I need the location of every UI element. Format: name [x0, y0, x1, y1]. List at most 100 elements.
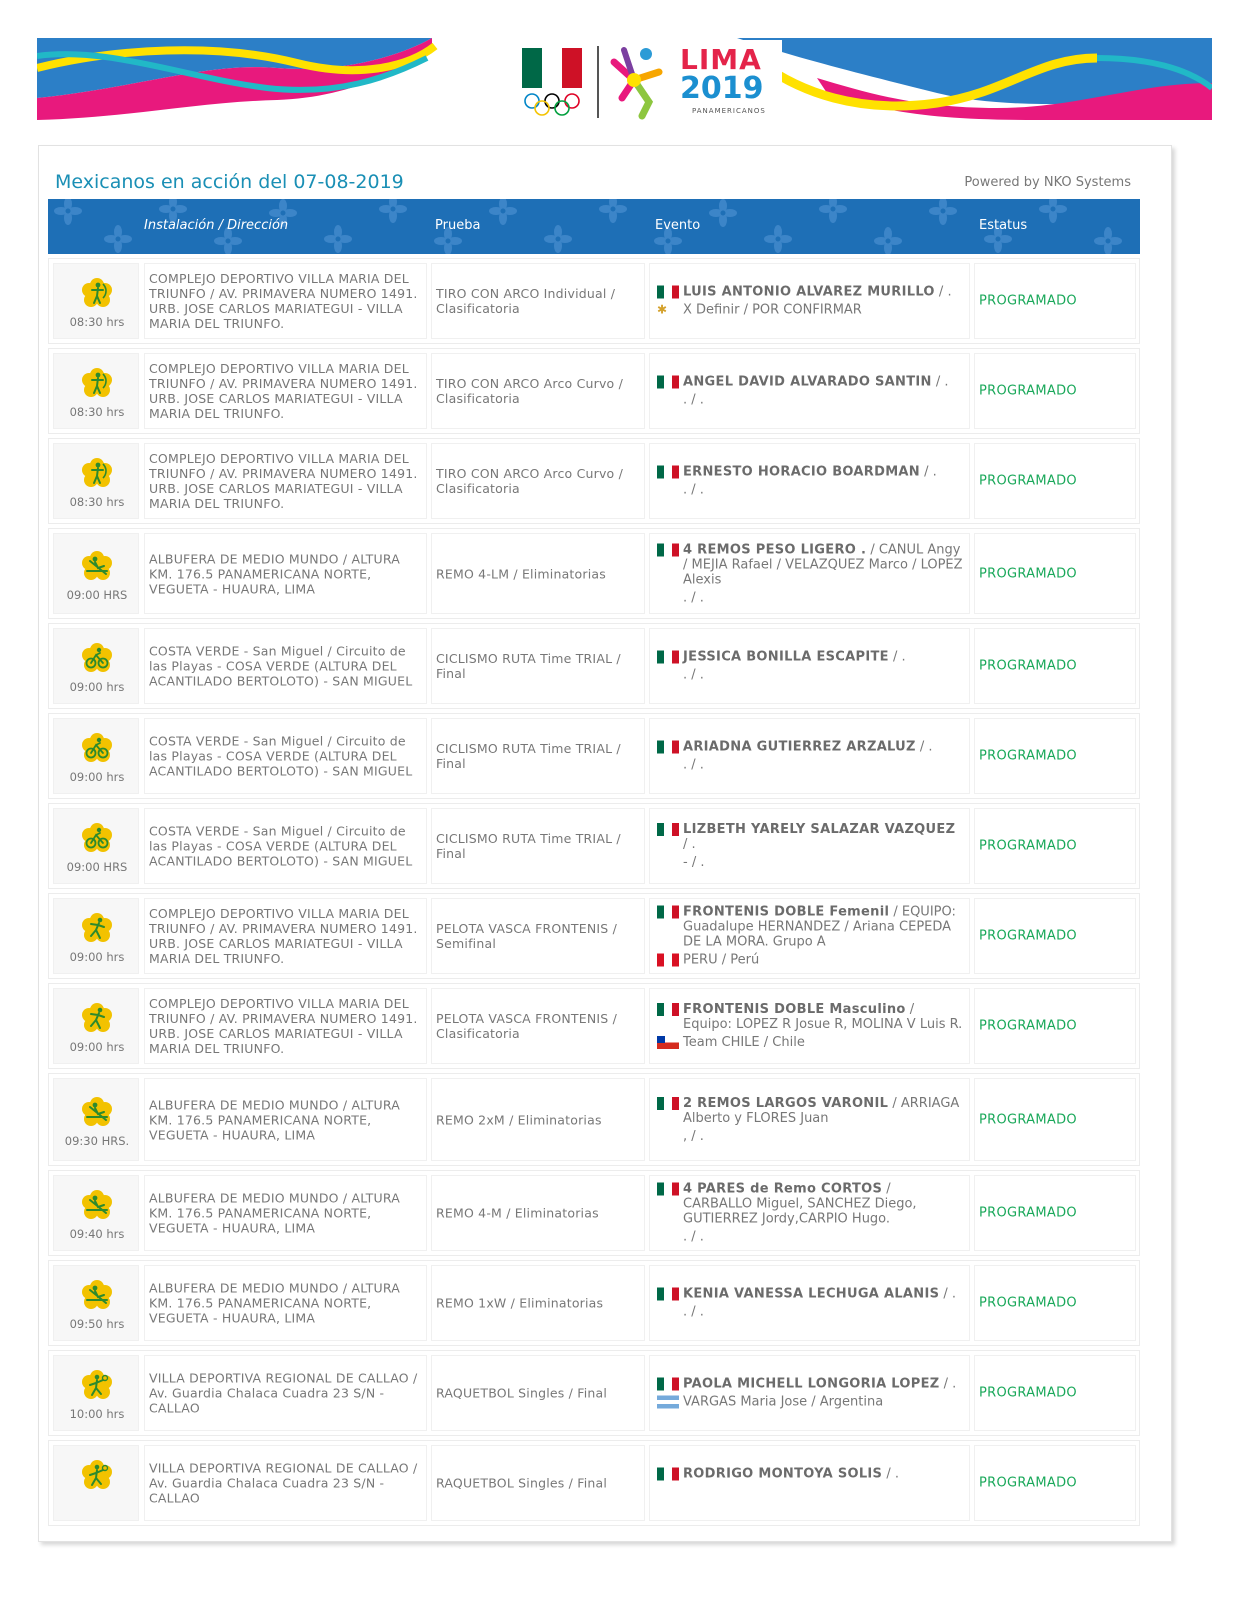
status-cell: PROGRAMADO — [974, 718, 1136, 794]
event-time: 09:00 hrs — [69, 770, 125, 784]
event-time: 09:40 hrs — [69, 1227, 125, 1241]
test-cell: PELOTA VASCA FRONTENIS / Semifinal — [431, 898, 645, 974]
opponent-entry: - / . — [657, 855, 963, 870]
athlete-name: ARIADNA GUTIERREZ ARZALUZ — [683, 739, 916, 755]
opponent-entry: . / . — [657, 758, 963, 773]
time-cell: 09:00 hrs — [53, 718, 139, 794]
lima-logo-subtitle: PANAMERICANOS — [692, 107, 766, 115]
status-cell: PROGRAMADO — [974, 808, 1136, 884]
rowing-icon — [81, 1279, 113, 1311]
opponent-entry: ✱ X Definir / POR CONFIRMAR — [657, 303, 963, 318]
mexican-entry: LUIS ANTONIO ALVAREZ MURILLO / . — [657, 285, 963, 300]
event-cell: LUIS ANTONIO ALVAREZ MURILLO / . ✱ X Defi… — [649, 263, 970, 339]
header-test: Prueba — [435, 218, 481, 233]
test-text: REMO 4-M / Eliminatorias — [436, 1205, 599, 1221]
cycling-icon — [81, 642, 113, 674]
mexico-flag-icon — [657, 375, 679, 389]
event-details: FRONTENIS DOBLE Masculino / Equipo: LOPE… — [657, 1002, 963, 1050]
mexico-flag-icon — [657, 543, 679, 556]
athlete-name: ERNESTO HORACIO BOARDMAN — [683, 464, 920, 480]
status-badge: PROGRAMADO — [979, 1205, 1077, 1221]
installation-text: ALBUFERA DE MEDIO MUNDO / ALTURA KM. 176… — [149, 1280, 400, 1326]
mexico-flag-icon — [657, 465, 679, 479]
installation-cell: COMPLEJO DEPORTIVO VILLA MARIA DEL TRIUN… — [144, 353, 427, 429]
rowing-icon — [81, 1096, 113, 1128]
status-badge: PROGRAMADO — [979, 566, 1077, 581]
installation-text: COMPLEJO DEPORTIVO VILLA MARIA DEL TRIUN… — [149, 271, 418, 331]
pe-flag-icon — [657, 953, 679, 967]
event-time: 09:00 hrs — [69, 1040, 125, 1054]
installation-cell: ALBUFERA DE MEDIO MUNDO / ALTURA KM. 176… — [144, 1175, 427, 1251]
athlete-name: FRONTENIS DOBLE Femenil — [683, 904, 890, 920]
table-row: 09:50 hrs ALBUFERA DE MEDIO MUNDO / ALTU… — [48, 1260, 1140, 1346]
table-row: 10:00 hrs VILLA DEPORTIVA REGIONAL DE CA… — [48, 1350, 1140, 1436]
installation-cell: ALBUFERA DE MEDIO MUNDO / ALTURA KM. 176… — [144, 533, 427, 614]
time-cell: 08:30 hrs — [53, 353, 139, 429]
cycling-icon — [81, 732, 113, 764]
athlete-name: LUIS ANTONIO ALVAREZ MURILLO — [683, 284, 935, 300]
installation-text: COMPLEJO DEPORTIVO VILLA MARIA DEL TRIUN… — [149, 906, 418, 966]
test-text: REMO 1xW / Eliminatorias — [436, 1295, 604, 1311]
mexican-entry: JESSICA BONILLA ESCAPITE / . — [657, 650, 963, 665]
event-details: ARIADNA GUTIERREZ ARZALUZ / . . / . — [657, 740, 963, 773]
test-text: PELOTA VASCA FRONTENIS / Clasificatoria — [436, 1011, 618, 1041]
test-cell: CICLISMO RUTA Time TRIAL / Final — [431, 718, 645, 794]
status-cell: PROGRAMADO — [974, 988, 1136, 1064]
opponent-name: . / . — [683, 590, 704, 605]
athlete-name: JESSICA BONILLA ESCAPITE — [683, 649, 889, 665]
header-installation: Instalación / Dirección — [144, 218, 289, 233]
time-cell: 09:00 hrs — [53, 988, 139, 1064]
event-time: 09:00 HRS — [66, 588, 128, 602]
mexico-flag-icon — [657, 740, 679, 754]
test-cell: TIRO CON ARCO Arco Curvo / Clasificatori… — [431, 353, 645, 429]
mexico-flag-logo — [522, 48, 582, 88]
status-badge: PROGRAMADO — [979, 1385, 1077, 1401]
athlete-details: / . — [888, 649, 906, 665]
page-title: Mexicanos en acción del 07-08-2019 — [55, 171, 404, 193]
mexican-entry: 2 REMOS LARGOS VARONIL / ARRIAGA Alberto… — [657, 1096, 963, 1126]
mexico-flag-icon — [657, 650, 679, 664]
event-details: LIZBETH YARELY SALAZAR VAZQUEZ / . - / . — [657, 822, 963, 870]
installation-text: VILLA DEPORTIVA REGIONAL DE CALLAO / Av.… — [149, 1370, 418, 1416]
time-cell: 08:30 hrs — [53, 263, 139, 339]
mexican-entry: ARIADNA GUTIERREZ ARZALUZ / . — [657, 740, 963, 755]
status-badge: PROGRAMADO — [979, 928, 1077, 944]
installation-cell: COSTA VERDE - San Miguel / Circuito de l… — [144, 718, 427, 794]
event-details: JESSICA BONILLA ESCAPITE / . . / . — [657, 650, 963, 683]
opponent-name: . / . — [683, 757, 704, 773]
archery-icon — [81, 367, 113, 399]
logo-group: LIMA 2019 PANAMERICANOS — [482, 40, 782, 120]
installation-cell: COMPLEJO DEPORTIVO VILLA MARIA DEL TRIUN… — [144, 443, 427, 519]
time-cell: 09:00 hrs — [53, 898, 139, 974]
mexico-flag-icon — [657, 1096, 679, 1110]
powered-by-text: Powered by NKO Systems — [964, 175, 1131, 190]
header-event: Evento — [655, 218, 701, 233]
athlete-name: 4 PARES de Remo CORTOS — [683, 1181, 883, 1197]
athlete-name: LIZBETH YARELY SALAZAR VAZQUEZ — [683, 822, 956, 837]
test-text: RAQUETBOL Singles / Final — [436, 1475, 608, 1491]
status-badge: PROGRAMADO — [979, 473, 1077, 489]
event-time: 09:30 HRS. — [64, 1134, 130, 1148]
status-cell: PROGRAMADO — [974, 263, 1136, 339]
test-text: TIRO CON ARCO Individual / Clasificatori… — [436, 286, 616, 316]
opponent-name: , / . — [683, 1128, 704, 1144]
installation-cell: COSTA VERDE - San Miguel / Circuito de l… — [144, 808, 427, 884]
athlete-details: / . — [919, 464, 937, 480]
mexico-flag-icon — [657, 823, 679, 836]
test-text: CICLISMO RUTA Time TRIAL / Final — [436, 831, 621, 861]
table-row: 09:00 hrs COMPLEJO DEPORTIVO VILLA MARIA… — [48, 893, 1140, 979]
event-time: 09:00 HRS — [66, 860, 128, 874]
opponent-entry: . / . — [657, 1230, 963, 1245]
table-row: 09:00 hrs COSTA VERDE - San Miguel / Cir… — [48, 623, 1140, 709]
status-badge: PROGRAMADO — [979, 1295, 1077, 1311]
time-cell: 08:30 hrs — [53, 443, 139, 519]
mexican-entry: LIZBETH YARELY SALAZAR VAZQUEZ / . — [657, 822, 963, 852]
athlete-details: / . — [915, 739, 933, 755]
time-cell: 09:00 HRS — [53, 808, 139, 884]
event-details: LUIS ANTONIO ALVAREZ MURILLO / . ✱ X Defi… — [657, 285, 963, 318]
status-badge: PROGRAMADO — [979, 383, 1077, 399]
test-cell: TIRO CON ARCO Individual / Clasificatori… — [431, 263, 645, 339]
test-cell: REMO 4-LM / Eliminatorias — [431, 533, 645, 614]
time-cell: 09:50 hrs — [53, 1265, 139, 1341]
event-time: 08:30 hrs — [69, 495, 125, 509]
